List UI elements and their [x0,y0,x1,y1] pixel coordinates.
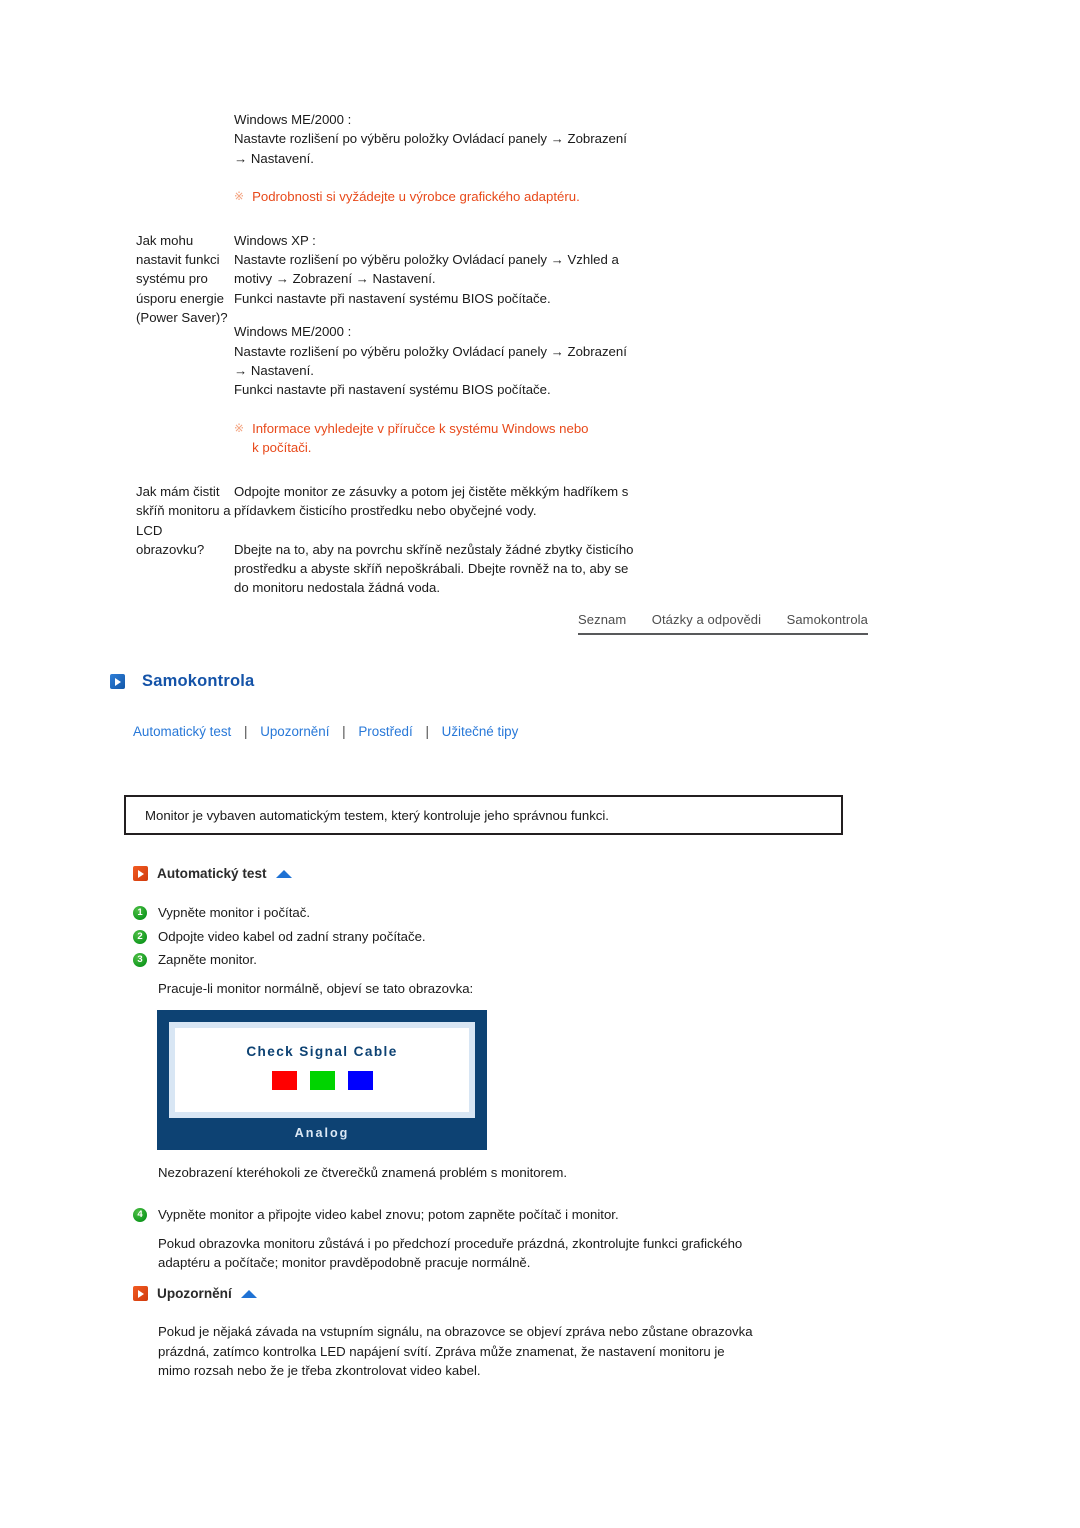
answer-note: ※ Podrobnosti si vyžádejte u výrobce gra… [234,187,1020,206]
note-line: k počítači. [252,440,312,456]
warning-paragraph: Pokud je nějaká závada na vstupním signá… [158,1322,868,1381]
faq-answer: Windows ME/2000 : Nastavte rozlišení po … [234,110,1080,207]
faq-section: Windows ME/2000 : Nastavte rozlišení po … [0,0,1080,598]
answer-line: Windows ME/2000 : [234,324,352,340]
answer-line: Funkci nastavte při nastavení systému BI… [234,290,551,306]
faq-question: Jak mám čistit skříň monitoru a LCD obra… [0,482,234,560]
answer-line: Funkci nastavte při nastavení systému BI… [234,382,551,398]
list-item: 4 Vypněte monitor a připojte video kabel… [133,1205,853,1225]
warning-line: prázdná, zatímco kontrolka LED napájení … [158,1343,725,1359]
subsection-heading-automaticky-test: Automatický test [133,866,292,881]
answer-line: → Nastavení. [234,363,314,379]
intro-callout-box: Monitor je vybaven automatickým testem, … [124,795,843,835]
sub-navigation: Automatický test | Upozornění | Prostřed… [133,724,518,739]
answer-line: Dbejte na to, aby na povrchu skříně nezů… [234,541,634,557]
faq-row: Windows ME/2000 : Nastavte rozlišení po … [0,0,1080,207]
blue-swatch [347,1071,373,1090]
faq-answer: Odpojte monitor ze zásuvky a potom jej č… [234,482,1080,598]
faq-row: Jak mám čistit skříň monitoru a LCD obra… [0,458,1080,598]
faq-row: Jak mohu nastavit funkci systému pro úsp… [0,207,1080,458]
section-heading: Samokontrola [110,672,254,691]
monitor-message-text: Check Signal Cable [246,1044,398,1059]
subnav-separator: | [342,724,346,739]
step-number-badge: 3 [133,953,147,967]
autotest-step4-list: 4 Vypněte monitor a připojte video kabel… [133,1205,853,1273]
autotest-steps-list: 1 Vypněte monitor i počítač. 2 Odpojte v… [133,903,853,998]
step-number-badge: 4 [133,1208,147,1222]
step-number-badge: 2 [133,929,147,944]
faq-question: Jak mohu nastavit funkci systému pro úsp… [0,231,234,328]
answer-line: Windows ME/2000 : [234,112,352,127]
question-line: Jak mám čistit skříň monitoru a [136,483,231,519]
answer-line: Nastavte rozlišení po výběru položky Ovl… [234,131,627,147]
answer-line: → Nastavení. [234,150,314,166]
step-text: Vypněte monitor a připojte video kabel z… [158,1207,619,1222]
document-page: Windows ME/2000 : Nastavte rozlišení po … [0,0,1080,1528]
note-line: Informace vyhledejte v příručce k systém… [252,420,589,436]
answer-line: Nastavte rozlišení po výběru položky Ovl… [234,252,619,268]
blue-play-square-icon [110,674,125,689]
faq-answer: Windows XP : Nastavte rozlišení po výběr… [234,231,1080,458]
subnav-separator: | [243,724,248,739]
step4-note-line: adaptéru a počítače; monitor pravděpodob… [158,1255,531,1270]
breadcrumb-item-otazky-a-odpovedi[interactable]: Otázky a odpovědi [652,612,761,627]
answer-line: přídavkem čisticího prostředku nebo obyč… [234,503,537,519]
step-number-badge: 1 [133,906,147,920]
note-line: Podrobnosti si vyžádejte u výrobce grafi… [252,189,580,205]
answer-line: motivy → Zobrazení → Nastavení. [234,271,436,287]
rgb-swatches [271,1071,373,1090]
list-item: 1 Vypněte monitor i počítač. [133,903,853,923]
breadcrumb: Seznam Otázky a odpovědi Samokontrola [578,612,868,635]
subsection-title: Automatický test [157,866,267,881]
subnav-link-uzitecne-tipy[interactable]: Užitečné tipy [442,724,519,739]
step-text: Odpojte video kabel od zadní strany počí… [158,928,426,944]
step-text: Vypněte monitor i počítač. [158,905,310,920]
list-item: 2 Odpojte video kabel od zadní strany po… [133,927,853,947]
subsection-heading-upozorneni: Upozornění [133,1286,257,1301]
intro-text: Monitor je vybaven automatickým testem, … [145,807,609,823]
question-line: LCD obrazovku? [136,522,205,557]
step4-note: Pokud obrazovka monitoru zůstává i po př… [158,1234,853,1273]
orange-play-square-icon [133,1286,148,1301]
monitor-screen-area: Check Signal Cable [169,1022,475,1118]
red-swatch [271,1071,297,1090]
answer-line: do monitoru nedostala žádná voda. [234,580,441,596]
question-line: (Power Saver)? [136,310,228,326]
note-mark-icon: ※ [234,420,245,435]
list-item: 3 Zapněte monitor. [133,950,853,970]
note-mark-icon: ※ [234,189,245,204]
answer-line: Windows XP : [234,232,316,248]
scroll-to-top-triangle-icon[interactable] [240,1289,257,1298]
answer-line: Nastavte rozlišení po výběru položky Ovl… [234,343,627,359]
monitor-input-label: Analog [294,1126,350,1140]
subsection-title: Upozornění [157,1286,232,1301]
question-line: Jak mohu nastavit funkci [136,232,220,268]
subnav-link-prostredi[interactable]: Prostředí [358,724,412,739]
breadcrumb-item-seznam[interactable]: Seznam [578,612,626,627]
answer-note: ※ Informace vyhledejte v příručce k syst… [234,419,1020,458]
step4-note-line: Pokud obrazovka monitoru zůstává i po př… [158,1235,743,1251]
check-signal-cable-screenshot: Check Signal Cable Analog [157,1010,487,1150]
warning-line: mimo rozsah nebo že je třeba zkontrolova… [158,1363,481,1378]
page-title: Samokontrola [142,672,255,690]
question-line: systému pro úsporu energie [136,271,224,306]
subnav-link-upozorneni[interactable]: Upozornění [260,724,329,739]
orange-play-square-icon [133,866,148,881]
warning-line: Pokud je nějaká závada na vstupním signá… [158,1324,753,1339]
green-swatch [309,1071,335,1090]
after-steps-text: Pracuje-li monitor normálně, objeví se t… [158,980,474,996]
subnav-link-automaticky-test[interactable]: Automatický test [133,724,231,739]
after-image-text: Nezobrazení kteréhokoli ze čtverečků zna… [158,1165,567,1180]
breadcrumb-item-samokontrola[interactable]: Samokontrola [787,612,868,627]
subnav-separator: | [425,724,429,739]
answer-line: Odpojte monitor ze zásuvky a potom jej č… [234,483,629,499]
step-text: Zapněte monitor. [158,952,257,967]
answer-line: prostředku a abyste skříň nepoškrábali. … [234,560,629,576]
scroll-to-top-triangle-icon[interactable] [275,869,292,878]
